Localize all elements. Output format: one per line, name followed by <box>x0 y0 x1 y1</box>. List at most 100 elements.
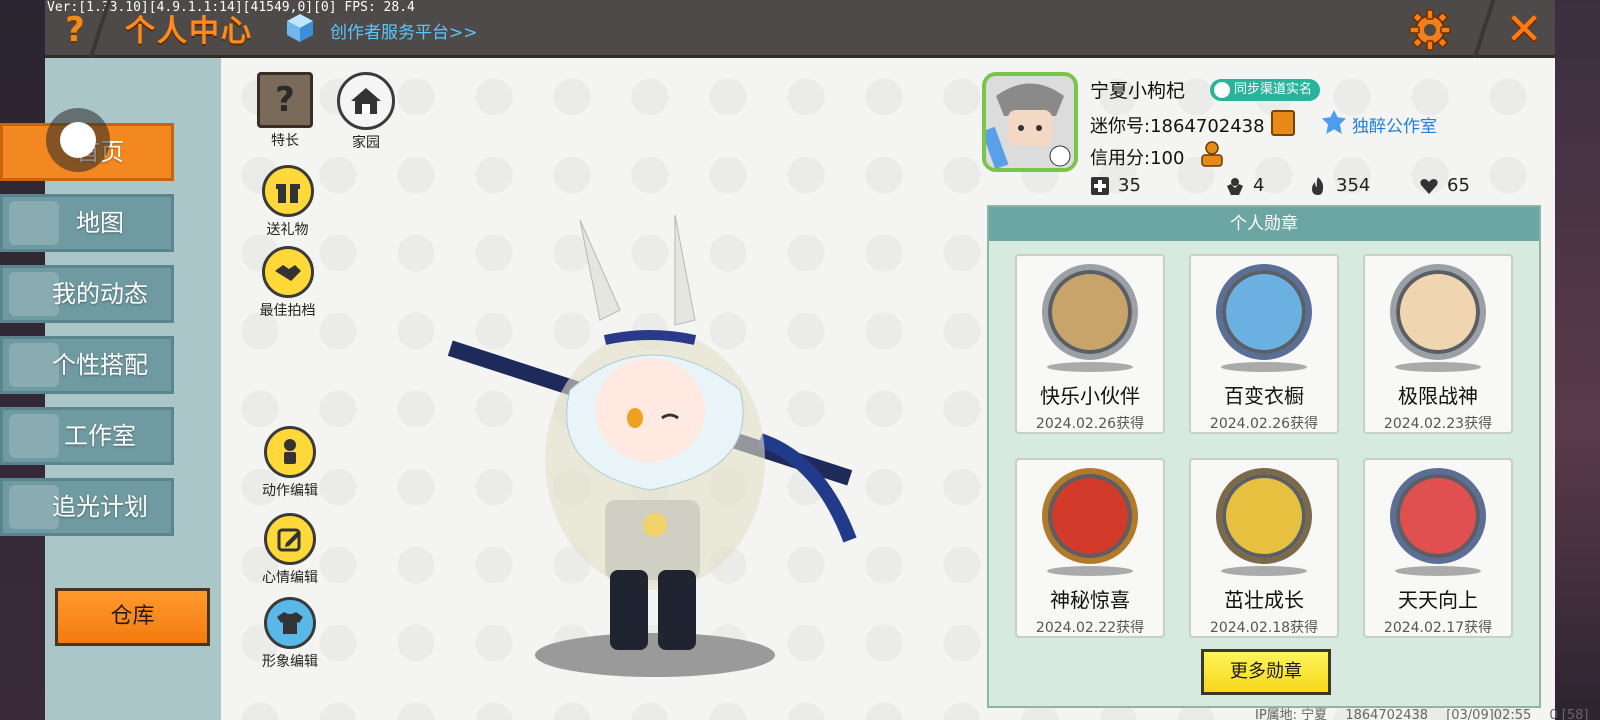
house-icon <box>337 72 395 130</box>
stat-value: 65 <box>1447 175 1470 196</box>
gift-label: 送礼物 <box>266 222 309 238</box>
sidebar-item-activity[interactable]: 我的动态 <box>0 265 174 323</box>
medal-card[interactable]: 快乐小伙伴 2024.02.26获得 <box>1015 254 1165 434</box>
creator-platform-link[interactable]: 创作者服务平台>> <box>330 18 478 43</box>
mood-edit-button[interactable]: 心情编辑 <box>255 513 325 587</box>
medal-shadow <box>1395 566 1481 576</box>
sidebar-item-studio[interactable]: 工作室 <box>0 407 174 465</box>
page-title: 个人中心 <box>125 14 253 49</box>
medal-shadow <box>1395 362 1481 372</box>
close-button[interactable]: ✕ <box>1500 4 1548 56</box>
medal-card[interactable]: 神秘惊喜 2024.02.22获得 <box>1015 458 1165 638</box>
avatar[interactable] <box>982 72 1078 172</box>
medal-card[interactable]: 茁壮成长 2024.02.18获得 <box>1189 458 1339 638</box>
medal-emblem-icon <box>1042 468 1138 564</box>
medal-name: 快乐小伙伴 <box>1040 384 1140 408</box>
specialty-button[interactable]: ? 特长 <box>255 72 315 150</box>
medal-emblem-icon <box>1390 468 1486 564</box>
medal-name: 极限战神 <box>1398 384 1478 408</box>
sidebar-item-outfit[interactable]: 个性搭配 <box>0 336 174 394</box>
medal-emblem-icon <box>1216 264 1312 360</box>
avatar-edit-label: 形象编辑 <box>262 654 318 670</box>
medal-date: 2024.02.26获得 <box>1209 416 1319 432</box>
studio-icon <box>9 414 59 458</box>
specialty-label: 特长 <box>271 133 299 149</box>
sidebar-item-label: 地图 <box>76 209 124 237</box>
medal-name: 神秘惊喜 <box>1050 588 1130 612</box>
fire-icon <box>1312 176 1324 195</box>
action-edit-button[interactable]: 动作编辑 <box>255 426 325 500</box>
medal-name: 百变衣橱 <box>1224 384 1304 408</box>
sidebar-item-label: 个性搭配 <box>52 351 148 379</box>
stat-value: 4 <box>1253 175 1265 196</box>
medal-panel: 个人勋章 快乐小伙伴 2024.02.26获得 百变衣橱 2024.02.26获… <box>987 205 1541 708</box>
verify-badge: 同步渠道实名 <box>1210 79 1321 101</box>
medal-card[interactable]: 极限战神 2024.02.23获得 <box>1363 254 1513 434</box>
right-letterbox <box>1555 0 1600 720</box>
medal-date: 2024.02.18获得 <box>1209 620 1319 636</box>
medal-shadow <box>1047 362 1133 372</box>
credit-score: 信用分:100 <box>1090 148 1185 169</box>
edit-pencil-icon <box>264 513 316 565</box>
gift-button[interactable]: 送礼物 <box>255 165 320 239</box>
stat-fire[interactable]: 354 <box>1308 175 1370 196</box>
medal-shadow <box>1221 566 1307 576</box>
stat-value: 354 <box>1336 175 1371 196</box>
medal-name: 天天向上 <box>1398 588 1478 612</box>
studio-name-link[interactable]: 独醉公作室 <box>1352 112 1437 137</box>
medal-shadow <box>1047 566 1133 576</box>
cube-icon[interactable] <box>285 12 315 44</box>
medal-date: 2024.02.17获得 <box>1383 620 1493 636</box>
footer-timestamp: [03/09]02:55 <box>1446 708 1532 720</box>
player-character[interactable] <box>430 210 870 690</box>
stat-plus[interactable]: 35 <box>1090 175 1141 196</box>
gift-icon <box>261 165 314 217</box>
sidebar-item-label: 工作室 <box>64 422 136 450</box>
medal-card[interactable]: 百变衣橱 2024.02.26获得 <box>1189 254 1339 434</box>
heart-icon <box>1420 178 1438 194</box>
home-garden-label: 家园 <box>352 135 380 151</box>
medal-panel-title: 个人勋章 <box>989 207 1539 241</box>
home-garden-button[interactable]: 家园 <box>335 72 397 152</box>
copy-icon[interactable] <box>1271 110 1295 136</box>
partner-button[interactable]: 最佳拍档 <box>250 246 325 320</box>
footer-info: IP属地: 宁夏 1864702438 [03/09]02:55 0 [58] <box>1255 704 1600 720</box>
ip-location: IP属地: 宁夏 <box>1255 708 1328 720</box>
map-icon <box>9 201 59 245</box>
warehouse-button[interactable]: 仓库 <box>55 588 210 646</box>
sidebar-item-label: 追光计划 <box>52 493 148 521</box>
sidebar-item-plan[interactable]: 追光计划 <box>0 478 174 536</box>
stat-fans[interactable]: 4 <box>1225 175 1264 196</box>
person-card-icon[interactable] <box>1200 140 1226 168</box>
medal-date: 2024.02.26获得 <box>1035 416 1145 432</box>
handshake-icon <box>261 246 314 298</box>
medal-date: 2024.02.23获得 <box>1383 416 1493 432</box>
medal-shadow <box>1221 362 1307 372</box>
medal-emblem-icon <box>1390 264 1486 360</box>
player-nickname: 宁夏小枸杞 <box>1090 80 1186 102</box>
floating-touch-dot[interactable] <box>46 108 110 172</box>
plus-icon <box>1091 176 1109 195</box>
sidebar-item-label: 我的动态 <box>52 280 148 308</box>
fan-icon <box>1227 177 1243 195</box>
medal-emblem-icon <box>1216 468 1312 564</box>
shirt-icon <box>264 597 316 649</box>
sidebar-item-map[interactable]: 地图 <box>0 194 174 252</box>
footer-extra: 0 [58] <box>1549 708 1589 720</box>
more-medals-button[interactable]: 更多勋章 <box>1201 649 1331 695</box>
medal-emblem-icon <box>1042 264 1138 360</box>
stat-value: 35 <box>1118 175 1141 196</box>
figure-icon <box>264 426 316 478</box>
footer-uid: 1864702438 <box>1345 708 1429 720</box>
medal-date: 2024.02.22获得 <box>1035 620 1145 636</box>
mood-edit-label: 心情编辑 <box>262 570 318 586</box>
avatar-edit-button[interactable]: 形象编辑 <box>255 597 325 671</box>
question-box-icon: ? <box>257 72 313 128</box>
mini-id: 迷你号:1864702438 <box>1090 116 1265 137</box>
action-edit-label: 动作编辑 <box>262 483 318 499</box>
partner-label: 最佳拍档 <box>259 303 316 319</box>
medal-card[interactable]: 天天向上 2024.02.17获得 <box>1363 458 1513 638</box>
gear-icon[interactable] <box>1408 8 1452 52</box>
stat-likes[interactable]: 65 <box>1419 175 1470 196</box>
help-button[interactable]: ? <box>55 8 95 52</box>
